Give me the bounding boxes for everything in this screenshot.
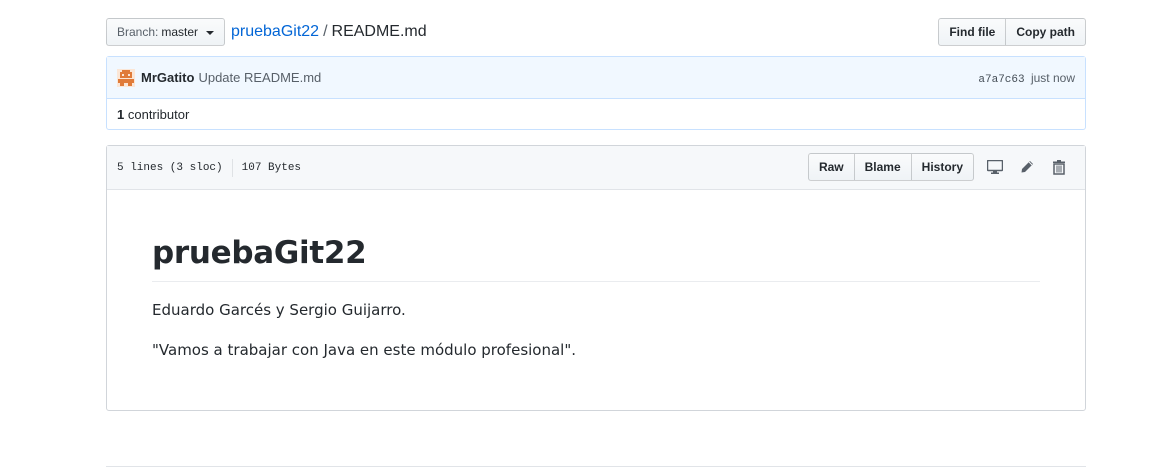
readme-paragraph-quote: "Vamos a trabajar con Java en este módul… [152,340,577,359]
commit-sha-link[interactable]: a7a7c63 [978,74,1024,86]
copy-path-button[interactable]: Copy path [1005,18,1086,46]
file-navigation: Branch: master pruebaGit22/README.md Fin… [106,18,1086,46]
readme-heading: pruebaGit22 [152,234,1040,282]
file-nav-button-group: Find file Copy path [938,18,1086,46]
file-info-divider [231,158,233,177]
commit-time: just now [1030,71,1075,85]
find-file-button[interactable]: Find file [938,18,1007,46]
commit-meta: a7a7c63 just now [978,57,1075,101]
file-info: 5 lines (3 sloc) 107 Bytes [117,158,302,177]
file-view-button-group: Raw Blame History [807,153,974,181]
contributors-label: contributor [127,107,190,122]
pencil-icon[interactable] [1011,153,1043,181]
contributors-summary[interactable]: 1 contributor [107,99,1085,130]
branch-name: master [161,25,199,39]
commit-header: MrGatito Update README.md a7a7c63 just n… [107,57,1085,99]
branch-select-button[interactable]: Branch: master [106,18,226,46]
file-header: 5 lines (3 sloc) 107 Bytes Raw Blame His… [107,146,1085,190]
file-viewer: 5 lines (3 sloc) 107 Bytes Raw Blame His… [106,145,1086,411]
file-size: 107 Bytes [241,161,302,174]
file-actions: Raw Blame History [807,153,1075,181]
readme-content: pruebaGit22 Eduardo Garcés y Sergio Guij… [107,190,1085,362]
file-lines: 5 lines (3 sloc) [117,161,223,174]
blame-button[interactable]: Blame [853,153,912,181]
raw-button[interactable]: Raw [807,153,855,181]
breadcrumb: pruebaGit22/README.md [231,18,427,46]
commit-author-link[interactable]: MrGatito [141,70,194,85]
breadcrumb-repo-link[interactable]: pruebaGit22 [231,23,319,40]
footer-divider [106,466,1086,467]
avatar[interactable] [117,68,135,87]
breadcrumb-separator: / [323,23,328,40]
commit-message-link[interactable]: Update README.md [198,70,321,85]
caret-down-icon [206,30,215,35]
contributors-count: 1 [117,107,125,122]
history-button[interactable]: History [910,153,974,181]
commit-tease: MrGatito Update README.md a7a7c63 just n… [106,56,1086,130]
readme-paragraph-authors: Eduardo Garcés y Sergio Guijarro. [152,300,406,319]
trash-icon[interactable] [1043,153,1075,181]
desktop-icon[interactable] [979,153,1011,181]
breadcrumb-file-name: README.md [331,23,427,40]
branch-label: Branch: [117,25,159,39]
